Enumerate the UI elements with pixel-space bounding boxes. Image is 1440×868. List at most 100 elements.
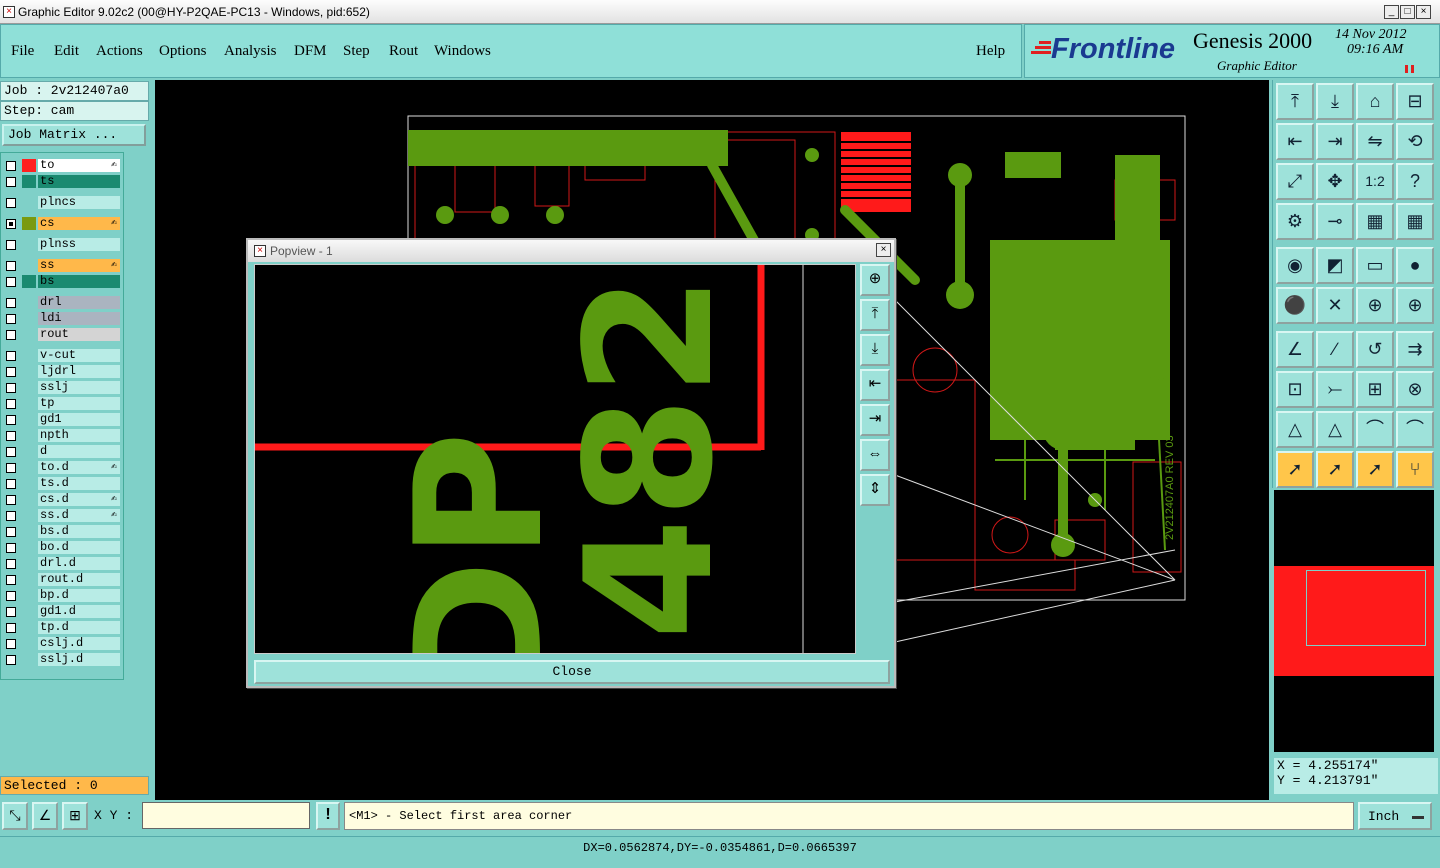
layer-name[interactable]: ljdrl [38,365,120,378]
layer-name[interactable]: d [38,445,120,458]
grid-tool-icon[interactable]: ⊞ [62,802,88,830]
add-point-icon[interactable]: ⊕ [1356,287,1394,324]
layer-row-to-d[interactable]: to.d ✍ [2,460,122,475]
layer-name[interactable]: cs.d ✍ [38,493,120,506]
layer-name[interactable]: ts.d [38,477,120,490]
layer-checkbox[interactable] [6,623,16,633]
layer-checkbox[interactable] [6,559,16,569]
layer-checkbox[interactable] [6,431,16,441]
layer-checkbox[interactable] [6,399,16,409]
layer-color-swatch[interactable] [22,275,36,288]
layer-checkbox[interactable] [6,367,16,377]
layer-color-swatch[interactable] [22,653,36,666]
help-query-icon[interactable]: ? [1396,163,1434,200]
layer-checkbox[interactable] [6,655,16,665]
layer-checkbox[interactable] [6,240,16,250]
layer-color-swatch[interactable] [22,445,36,458]
layer-name[interactable]: bo.d [38,541,120,554]
ruler-icon[interactable]: ▭ [1356,247,1394,284]
layer-color-swatch[interactable] [22,621,36,634]
connect-icon[interactable]: ⚫ [1276,287,1314,324]
layer-color-swatch[interactable] [22,217,36,230]
layer-row-v-cut[interactable]: v-cut [2,348,122,363]
layer-color-swatch[interactable] [22,328,36,341]
pan-up-icon[interactable]: ⤒ [860,299,890,331]
layer-name[interactable]: npth [38,429,120,442]
zoom-in-icon[interactable]: ⊕ [860,264,890,296]
layer-row-rout[interactable]: rout [2,327,122,342]
layer-checkbox[interactable] [6,261,16,271]
layer-row-d[interactable]: d [2,444,122,459]
layer-row-cs-d[interactable]: cs.d ✍ [2,492,122,507]
arch-icon[interactable]: ⌒ [1356,411,1394,448]
overview-map[interactable] [1274,490,1434,752]
layer-row-plncs[interactable]: plncs [2,195,122,210]
move-icon[interactable]: ✕ [1316,287,1354,324]
pan-down-icon[interactable]: ⤓ [860,334,890,366]
tri-2-icon[interactable]: △ [1316,411,1354,448]
alert-icon[interactable]: ! [316,802,340,830]
menu-dfm[interactable]: DFM [294,43,327,60]
layer-color-swatch[interactable] [22,413,36,426]
flip-icon[interactable]: ⇉ [1396,331,1434,368]
layer-row-ss-d[interactable]: ss.d ✍ [2,508,122,523]
layer-checkbox[interactable] [6,198,16,208]
layer-color-swatch[interactable] [22,296,36,309]
arch-2-icon[interactable]: ⌒ [1396,411,1434,448]
pan-right-icon[interactable]: ⇥ [860,404,890,436]
layer-checkbox[interactable] [6,277,16,287]
layer-color-swatch[interactable] [22,557,36,570]
layer-row-drl[interactable]: drl [2,295,122,310]
arc-icon[interactable]: ↺ [1356,331,1394,368]
layer-row-bs[interactable]: bs [2,274,122,289]
layer-name[interactable]: rout.d [38,573,120,586]
layer-name[interactable]: to.d ✍ [38,461,120,474]
popview-canvas[interactable]: 482E DP [254,264,856,654]
pad-icon[interactable]: ◉ [1276,247,1314,284]
lens-icon[interactable]: ⊞ [1356,371,1394,408]
overview-viewport[interactable] [1306,570,1426,646]
layer-row-bs-d[interactable]: bs.d [2,524,122,539]
menu-actions[interactable]: Actions [96,43,143,60]
fit-vertical-icon[interactable]: ⇕ [860,474,890,506]
layer-name[interactable]: drl [38,296,120,309]
fit-board-icon[interactable]: ⤒ [1276,83,1314,120]
layer-name[interactable]: ss.d ✍ [38,509,120,522]
layer-name[interactable]: tp [38,397,120,410]
layer-color-swatch[interactable] [22,238,36,251]
layer-color-swatch[interactable] [22,365,36,378]
line-blue-icon[interactable]: ∕ [1316,331,1354,368]
layer-checkbox[interactable] [6,314,16,324]
home-view-icon[interactable]: ⌂ [1356,83,1394,120]
layer-name[interactable]: ss ✍ [38,259,120,272]
layer-name[interactable]: plncs [38,196,120,209]
line-red-icon[interactable]: ◩ [1316,247,1354,284]
xy-input[interactable] [142,802,310,829]
layer-checkbox[interactable] [6,575,16,585]
layer-row-sslj[interactable]: sslj [2,380,122,395]
layer-checkbox[interactable] [6,447,16,457]
layer-name[interactable]: bs.d [38,525,120,538]
layer-checkbox[interactable] [6,177,16,187]
layer-name[interactable]: to ✍ [38,159,120,172]
layer-row-ss[interactable]: ss ✍ [2,258,122,273]
layer-name[interactable]: gd1.d [38,605,120,618]
layer-row-tp[interactable]: tp [2,396,122,411]
layer-name[interactable]: sslj [38,381,120,394]
layer-checkbox[interactable] [6,527,16,537]
menu-edit[interactable]: Edit [54,43,79,60]
layer-name[interactable]: ts [38,175,120,188]
zoom-fit-icon[interactable]: ✥ [1316,163,1354,200]
menu-analysis[interactable]: Analysis [224,43,277,60]
close-window-button[interactable]: × [1416,5,1431,19]
layer-checkbox[interactable] [6,543,16,553]
layer-row-ts[interactable]: ts [2,174,122,189]
pause-icon[interactable] [1405,65,1414,73]
layer-color-swatch[interactable] [22,397,36,410]
tri-icon[interactable]: △ [1276,411,1314,448]
layer-row-bo-d[interactable]: bo.d [2,540,122,555]
measure-icon[interactable]: ⚙ [1276,203,1314,240]
layer-color-swatch[interactable] [22,605,36,618]
minimize-button[interactable]: _ [1384,5,1399,19]
layer-checkbox[interactable] [6,415,16,425]
